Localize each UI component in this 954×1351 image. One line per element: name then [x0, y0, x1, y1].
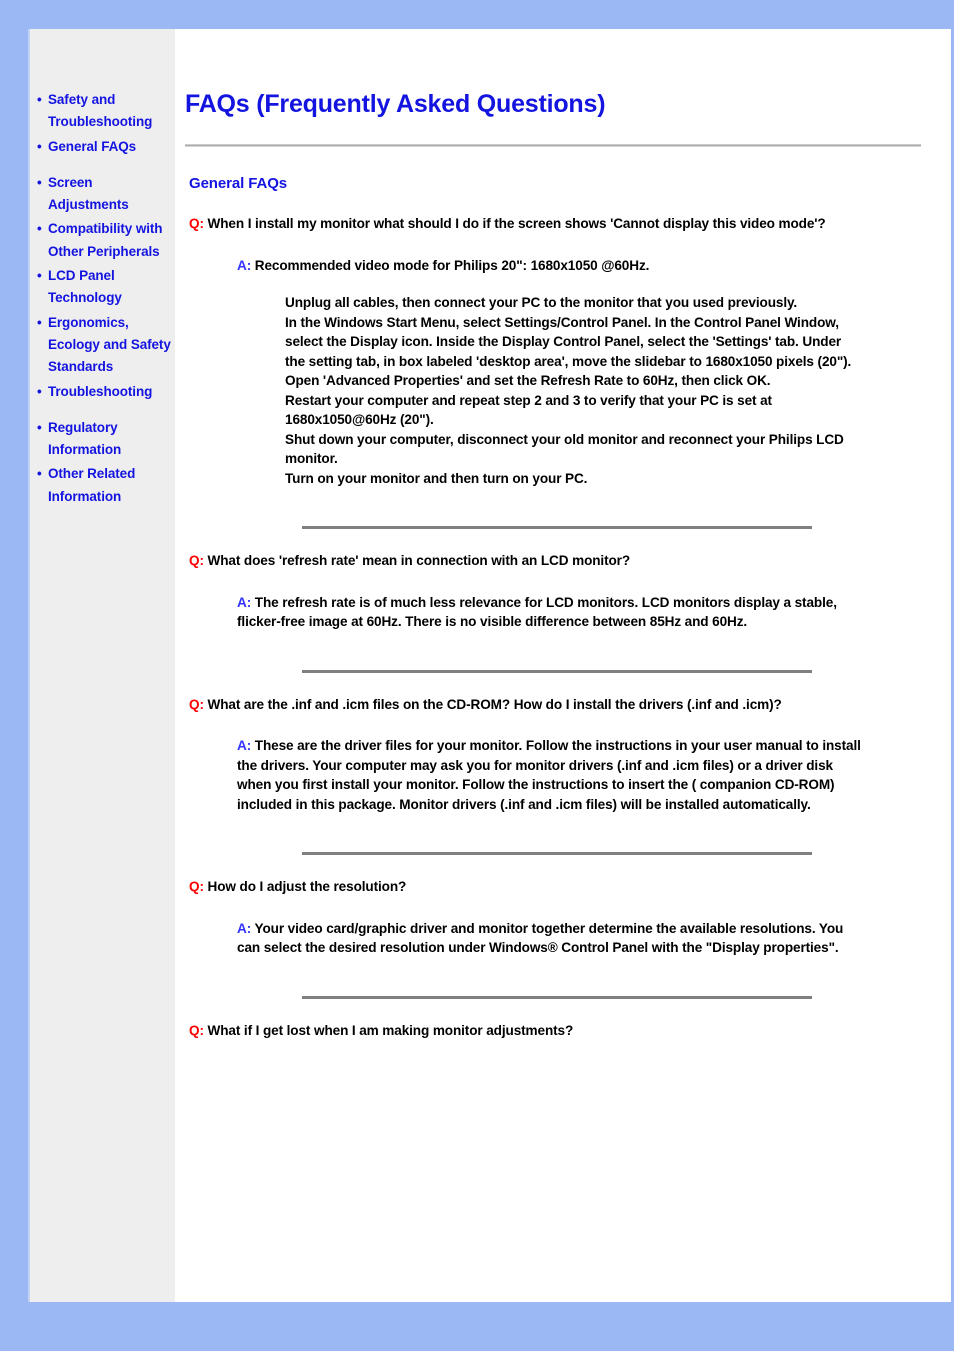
question-text: What does 'refresh rate' mean in connect…: [207, 553, 631, 568]
faq-divider: [302, 995, 812, 999]
faq-item: Q: What does 'refresh rate' mean in conn…: [185, 551, 921, 673]
faq-item: Q: What if I get lost when I am making m…: [185, 1021, 921, 1041]
question-text: How do I adjust the resolution?: [207, 879, 407, 894]
section-heading-general-faqs: General FAQs: [189, 175, 288, 192]
question-text: When I install my monitor what should I …: [207, 216, 826, 231]
list-item: Turn on your monitor and then turn on yo…: [285, 470, 588, 486]
title-divider: [185, 144, 921, 147]
document-page: Safety and Troubleshooting General FAQs …: [28, 29, 951, 1302]
sidebar-navigation: Safety and Troubleshooting General FAQs …: [30, 29, 175, 1302]
sidebar-item-compatibility-with-other-peripherals[interactable]: Compatibility with Other Peripherals: [30, 218, 175, 263]
question-text: What are the .inf and .icm files on the …: [207, 696, 782, 712]
faq-question: Q: What if I get lost when I am making m…: [189, 1021, 915, 1041]
sidebar-item-ergonomics-ecology-and-safety-standards[interactable]: Ergonomics, Ecology and Safety Standards: [30, 312, 175, 379]
sidebar-group-3: Regulatory Information Other Related Inf…: [30, 417, 175, 508]
list-item: Restart your computer and repeat step 2 …: [285, 392, 772, 428]
sidebar-item-regulatory-information[interactable]: Regulatory Information: [30, 417, 175, 462]
faq-question: Q: What are the .inf and .icm files on t…: [189, 695, 915, 715]
faq-answer: A: These are the driver files for your m…: [237, 736, 865, 814]
faq-divider: [302, 852, 812, 855]
list-item: Unplug all cables, then connect your PC …: [285, 295, 798, 310]
question-text: What if I get lost when I am making moni…: [207, 1022, 574, 1038]
sidebar-item-safety-and-troubleshooting[interactable]: Safety and Troubleshooting: [30, 89, 175, 134]
answer-text: Your video card/graphic driver and monit…: [237, 920, 844, 956]
list-item: In the Windows Start Menu, select Settin…: [285, 314, 852, 369]
question-prefix: Q:: [189, 879, 208, 894]
faq-question: Q: When I install my monitor what should…: [189, 214, 915, 234]
answer-prefix: A:: [237, 257, 255, 273]
answer-text: The refresh rate is of much less relevan…: [237, 594, 837, 630]
faq-answer: A: Recommended video mode for Philips 20…: [237, 256, 865, 276]
sidebar-item-troubleshooting[interactable]: Troubleshooting: [30, 381, 175, 404]
answer-prefix: A:: [237, 920, 255, 936]
list-item: Open 'Advanced Properties' and set the R…: [285, 373, 771, 388]
faq-divider: [302, 669, 812, 673]
faq-item: Q: What are the .inf and .icm files on t…: [185, 695, 921, 855]
main-content: FAQs (Frequently Asked Questions) Genera…: [175, 29, 951, 1302]
page-title: FAQs (Frequently Asked Questions): [185, 90, 606, 118]
list-item: Shut down your computer, disconnect your…: [285, 431, 844, 467]
question-prefix: Q:: [189, 696, 208, 712]
question-prefix: Q:: [189, 1022, 208, 1038]
faq-question: Q: How do I adjust the resolution?: [189, 877, 915, 897]
sidebar-group-1: Safety and Troubleshooting General FAQs: [30, 89, 175, 158]
sidebar-group-2: Screen Adjustments Compatibility with Ot…: [30, 172, 175, 403]
sidebar-item-other-related-information[interactable]: Other Related Information: [30, 463, 175, 508]
sidebar-item-general-faqs[interactable]: General FAQs: [30, 136, 175, 159]
faq-question: Q: What does 'refresh rate' mean in conn…: [189, 551, 915, 571]
question-prefix: Q:: [189, 216, 208, 231]
question-prefix: Q:: [189, 553, 208, 568]
faq-steps-list: Unplug all cables, then connect your PC …: [285, 293, 861, 488]
answer-text: These are the driver files for your moni…: [237, 738, 861, 812]
answer-prefix: A:: [237, 594, 255, 610]
sidebar-item-screen-adjustments[interactable]: Screen Adjustments: [30, 172, 175, 217]
faq-item: Q: How do I adjust the resolution? A: Yo…: [185, 877, 921, 999]
faq-answer: A: Your video card/graphic driver and mo…: [237, 919, 865, 958]
faq-divider: [302, 526, 812, 529]
sidebar-item-lcd-panel-technology[interactable]: LCD Panel Technology: [30, 265, 175, 310]
faq-answer: A: The refresh rate is of much less rele…: [237, 593, 865, 632]
faq-item: Q: When I install my monitor what should…: [185, 214, 921, 529]
answer-prefix: A:: [237, 738, 255, 753]
answer-text: Recommended video mode for Philips 20": …: [254, 257, 650, 273]
